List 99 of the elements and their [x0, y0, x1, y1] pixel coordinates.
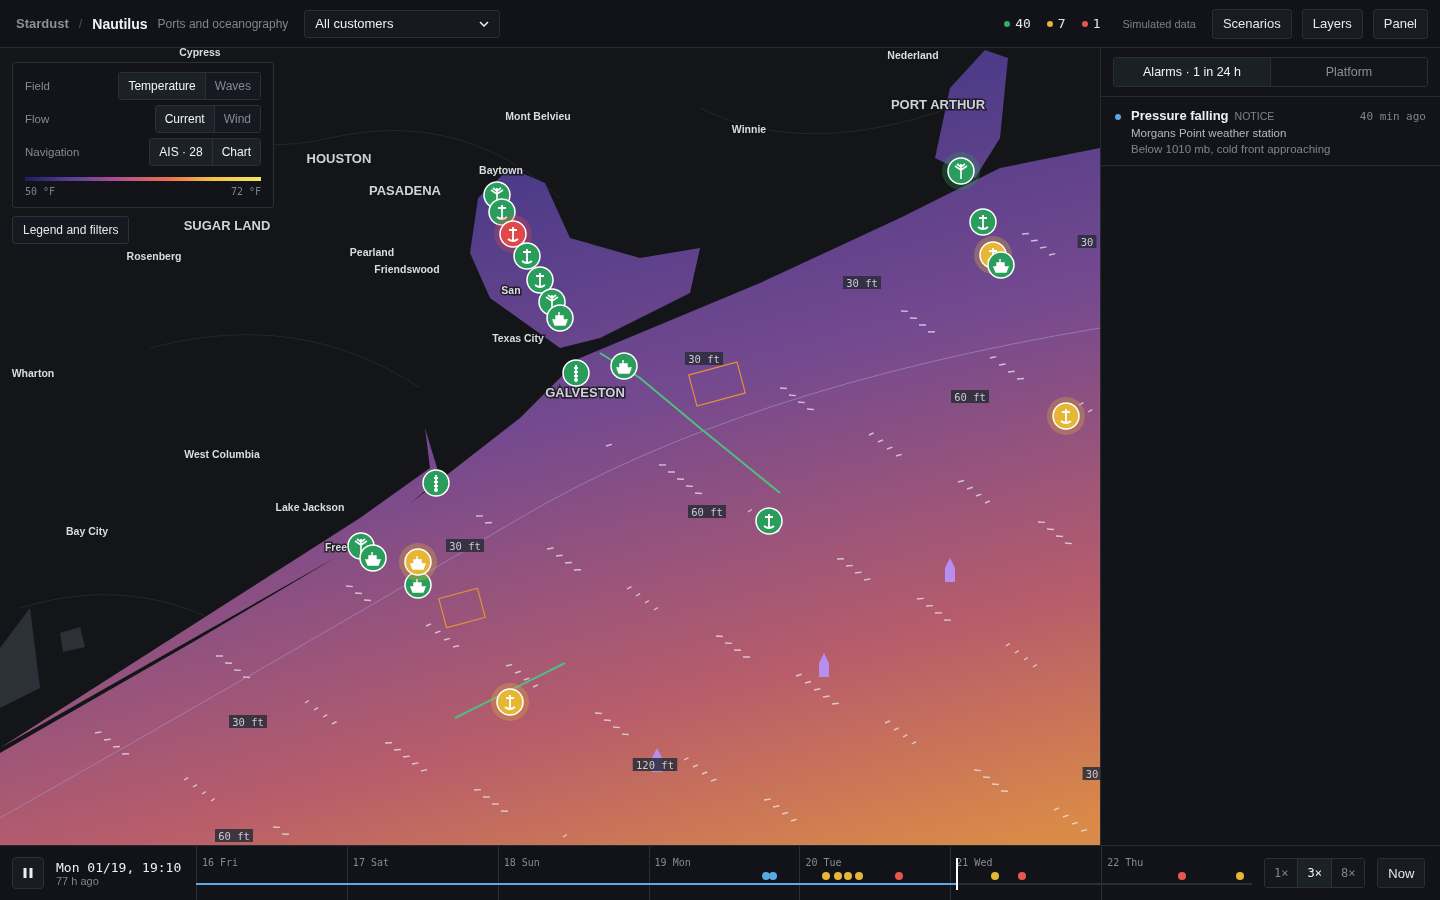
- place-label: Rosenberg: [126, 250, 182, 262]
- buoy-marker-icon[interactable]: [969, 208, 997, 236]
- zone-outline: [438, 587, 486, 629]
- depth-label: 60 ft: [215, 829, 253, 842]
- gauge-marker-icon[interactable]: [422, 469, 450, 497]
- place-label: Wharton: [11, 367, 55, 379]
- buoy-marker-icon[interactable]: [491, 683, 529, 721]
- place-label: Baytown: [479, 164, 523, 176]
- vessel-marker-icon[interactable]: [546, 304, 574, 332]
- place-label: HOUSTON: [306, 151, 372, 166]
- depth-label: 60 ft: [688, 505, 726, 518]
- product-name: Nautilus: [92, 15, 148, 32]
- status-count: 7: [1057, 16, 1066, 31]
- buoy-marker-icon[interactable]: [488, 198, 516, 226]
- vessel-icon: [819, 653, 829, 677]
- panel-tab[interactable]: Platform: [1270, 58, 1427, 86]
- current-time: Mon 01/19, 19:10: [56, 859, 183, 875]
- panel-tab[interactable]: Alarms · 1 in 24 h: [1114, 58, 1270, 86]
- event-dot[interactable]: [855, 871, 863, 880]
- place-label: Texas City: [492, 332, 544, 344]
- scale-max-label: 72 °F: [230, 186, 261, 197]
- place-label: Pearland: [349, 246, 395, 258]
- toggle-option[interactable]: Temperature: [119, 73, 205, 99]
- status-count: 1: [1092, 16, 1101, 31]
- place-label: San: [501, 284, 521, 296]
- control-label: Navigation: [25, 146, 80, 158]
- event-dot[interactable]: [895, 871, 903, 880]
- now-button[interactable]: Now: [1377, 858, 1426, 888]
- event-dot[interactable]: [769, 871, 777, 880]
- panel-button[interactable]: Panel: [1372, 8, 1428, 39]
- place-label: Cypress: [179, 48, 221, 58]
- event-dot[interactable]: [1236, 871, 1244, 880]
- speed-option[interactable]: 1×: [1265, 859, 1298, 887]
- place-label: GALVESTON: [545, 385, 625, 400]
- org-name[interactable]: Stardust: [16, 16, 69, 31]
- place-label: SUGAR LAND: [183, 218, 271, 233]
- pause-button[interactable]: [12, 857, 44, 889]
- time-ago: 77 h ago: [56, 874, 100, 887]
- chevron-down-icon: [479, 20, 490, 27]
- place-label: Nederland: [887, 49, 939, 61]
- control-label: Field: [25, 80, 50, 92]
- place-label: Mont Belvieu: [505, 110, 571, 122]
- place-label: Bay City: [66, 525, 108, 537]
- vessel-icon: [945, 558, 955, 582]
- alarm-time: 40 min ago: [1359, 110, 1426, 123]
- vessel-marker-icon[interactable]: [359, 544, 387, 572]
- buoy-marker-icon[interactable]: [755, 507, 783, 535]
- place-label: West Columbia: [184, 448, 260, 460]
- layers-button[interactable]: Layers: [1301, 8, 1363, 39]
- buoy-marker-icon[interactable]: [1047, 397, 1085, 435]
- vessel-marker-icon[interactable]: [399, 543, 437, 581]
- weather-marker-icon[interactable]: [942, 152, 980, 190]
- control-label: Flow: [25, 113, 50, 125]
- buoy-marker-icon[interactable]: [526, 266, 554, 294]
- toggle-option[interactable]: Wind: [213, 106, 260, 132]
- alarm-detail: Below 1010 mb, cold front approaching: [1131, 143, 1332, 155]
- scale-min-label: 50 °F: [25, 186, 56, 197]
- event-dot[interactable]: [1018, 871, 1026, 880]
- buoy-marker-icon[interactable]: [513, 242, 541, 270]
- alarm-source: Morgans Point weather station: [1131, 127, 1288, 139]
- scenarios-button[interactable]: Scenarios: [1211, 8, 1292, 39]
- timeline-track[interactable]: [196, 882, 1252, 885]
- place-label: Winnie: [731, 123, 767, 135]
- vessel-marker-icon[interactable]: [610, 352, 638, 380]
- place-label: Lake Jackson: [275, 501, 345, 513]
- alarm-severity: NOTICE: [1234, 110, 1275, 122]
- toggle-option[interactable]: Waves: [204, 73, 260, 99]
- depth-label: 30 ft: [229, 715, 267, 728]
- toggle-option[interactable]: Chart: [211, 139, 260, 165]
- depth-label: 60 ft: [951, 390, 989, 403]
- depth-label: 30 ft: [685, 352, 723, 365]
- customer-select[interactable]: All customers: [304, 9, 501, 38]
- simulated-note: Simulated data: [1122, 17, 1196, 30]
- pause-icon: [22, 867, 34, 879]
- depth-label: 30 ft: [446, 539, 484, 552]
- speed-option[interactable]: 8×: [1330, 859, 1365, 887]
- event-dot[interactable]: [1178, 871, 1186, 880]
- alarm-title[interactable]: Pressure falling: [1131, 108, 1229, 123]
- toggle-option[interactable]: AIS · 28: [150, 139, 212, 165]
- vessel-marker-icon[interactable]: [987, 251, 1015, 279]
- event-dot[interactable]: [844, 871, 852, 880]
- playhead[interactable]: [956, 857, 959, 890]
- gauge-marker-icon[interactable]: [562, 359, 590, 387]
- place-label: Friendswood: [374, 263, 440, 275]
- event-dot[interactable]: [991, 871, 999, 880]
- status-count: 40: [1015, 16, 1031, 31]
- toggle-option[interactable]: Current: [155, 106, 214, 132]
- event-dot[interactable]: [834, 871, 842, 880]
- event-dot[interactable]: [762, 871, 770, 880]
- zone-outline: [687, 361, 747, 407]
- breadcrumb-separator: /: [78, 16, 83, 31]
- place-label: Free: [324, 541, 348, 553]
- place-label: PASADENA: [369, 183, 441, 198]
- depth-label: 30 ft: [843, 276, 881, 289]
- event-dot[interactable]: [822, 871, 830, 880]
- legend-button[interactable]: Legend and filters: [12, 216, 130, 244]
- speed-option[interactable]: 3×: [1297, 859, 1331, 887]
- depth-label: 120 ft: [632, 758, 678, 771]
- product-subtitle: Ports and oceanography: [157, 16, 289, 31]
